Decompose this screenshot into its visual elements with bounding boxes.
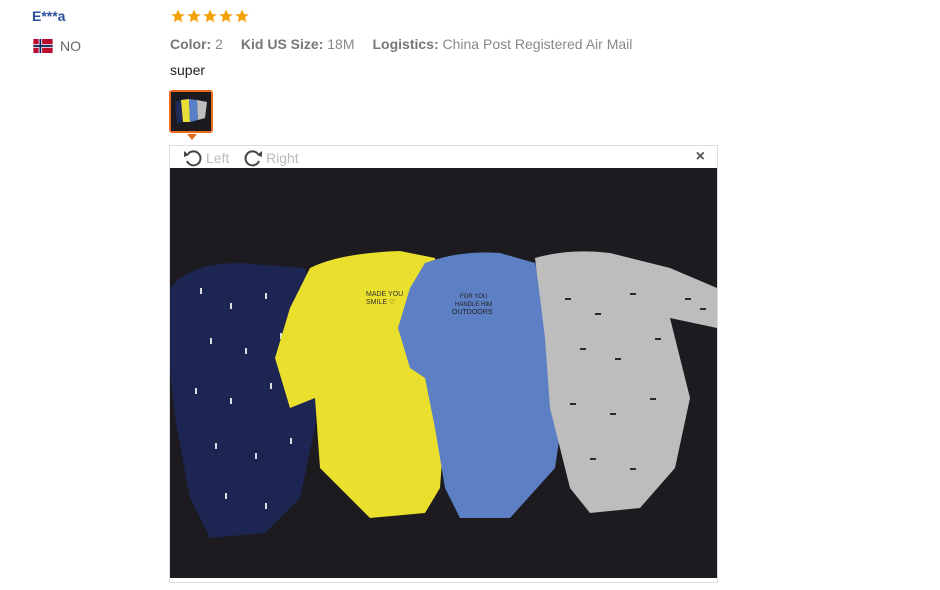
- reviewer-country: NO: [32, 38, 152, 54]
- image-viewer: Left Right × MADE YOU SMILE ♡ FOR YOU HA…: [169, 145, 718, 583]
- norway-flag-icon: [33, 39, 53, 53]
- review-photo: MADE YOU SMILE ♡ FOR YOU HANDLE HIM OUTD…: [170, 168, 717, 578]
- attr-logistics: Logistics: China Post Registered Air Mai…: [372, 36, 633, 52]
- star-icon: [171, 9, 185, 23]
- reviewer-name[interactable]: E***a: [32, 8, 152, 24]
- svg-text:SMILE ♡: SMILE ♡: [366, 298, 395, 306]
- attr-color: Color: 2: [170, 36, 223, 52]
- rotate-right-icon: [244, 150, 262, 167]
- svg-text:OUTDOORS: OUTDOORS: [452, 309, 493, 316]
- review-text: super: [170, 62, 206, 78]
- rotate-right-button[interactable]: Right: [242, 148, 299, 168]
- rotate-right-label: Right: [266, 150, 299, 166]
- svg-text:HANDLE HIM: HANDLE HIM: [455, 302, 492, 308]
- rotate-left-label: Left: [206, 150, 230, 166]
- viewer-toolbar: Left Right ×: [170, 146, 717, 168]
- thumbnail-pointer: [187, 134, 197, 140]
- review-attributes: Color: 2 Kid US Size: 18M Logistics: Chi…: [170, 36, 730, 52]
- rotate-left-icon: [184, 150, 202, 167]
- star-icon: [219, 9, 233, 23]
- review-image-thumbnail[interactable]: [169, 90, 213, 133]
- reviewer-info: E***a NO: [32, 8, 152, 54]
- star-icon: [203, 9, 217, 23]
- review-body: Color: 2 Kid US Size: 18M Logistics: Chi…: [170, 8, 730, 78]
- onesies-photo-image: MADE YOU SMILE ♡ FOR YOU HANDLE HIM OUTD…: [170, 168, 717, 578]
- country-code: NO: [60, 38, 81, 54]
- onesies-thumbnail-image: [171, 92, 211, 131]
- close-viewer-button[interactable]: ×: [696, 148, 705, 166]
- yellow-print: MADE YOU: [366, 291, 403, 298]
- star-icon: [187, 9, 201, 23]
- svg-text:FOR YOU: FOR YOU: [460, 294, 487, 300]
- star-rating: [170, 8, 730, 28]
- star-icon: [235, 9, 249, 23]
- attr-size: Kid US Size: 18M: [240, 36, 355, 52]
- rotate-left-button[interactable]: Left: [182, 148, 229, 168]
